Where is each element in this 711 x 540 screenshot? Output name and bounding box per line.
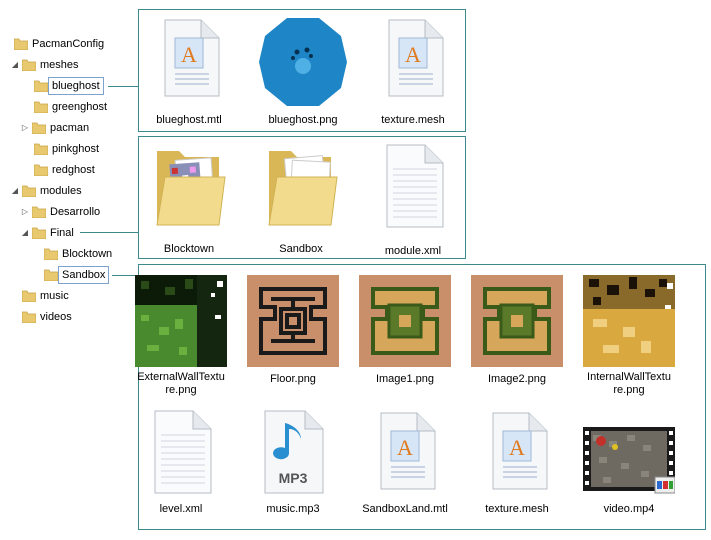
folder-icon [34, 101, 48, 113]
folder-icon [44, 248, 58, 260]
svg-text:A: A [509, 435, 525, 460]
folder-icon [34, 80, 48, 92]
document-icon: A [155, 18, 223, 98]
document-icon: A [371, 411, 439, 491]
final-folder-panel: Blocktown Sandbox module.xml [138, 136, 466, 259]
folder-icon [14, 38, 28, 50]
folder-icon [44, 269, 58, 281]
mp3-icon: MP3 [259, 409, 327, 495]
folder-icon [22, 59, 36, 71]
text-file-icon [379, 143, 447, 229]
folder-icon [32, 122, 46, 134]
file-name: Image1.png [375, 373, 435, 385]
expanded-arrow-icon[interactable]: ◢ [10, 56, 20, 74]
expanded-arrow-icon[interactable]: ◢ [10, 182, 20, 200]
folder-icon [22, 185, 36, 197]
folder-icon [34, 164, 48, 176]
connector-line [108, 86, 138, 87]
folder-with-content-icon [261, 141, 341, 231]
maze-floor-image [247, 275, 339, 367]
connector-line [80, 232, 138, 233]
maze-tile-image [359, 275, 451, 367]
file-name: music.mp3 [266, 503, 320, 515]
file-name: SandboxLand.mtl [362, 503, 448, 515]
collapsed-arrow-icon[interactable]: ▷ [20, 203, 30, 221]
svg-text:A: A [397, 435, 413, 460]
video-icon [583, 427, 675, 495]
blueghost-folder-panel: A blueghost.mtl blueghost.png A texture.… [138, 9, 466, 132]
file-name: Floor.png [270, 373, 316, 385]
green-texture-image [135, 275, 227, 367]
text-file-icon [147, 409, 215, 495]
folder-with-content-icon [149, 141, 229, 231]
file-name: module.xml [384, 245, 442, 257]
sandbox-folder-panel: ExternalWallTextu re.png Floor.png Image… [135, 264, 706, 530]
yellow-texture-image [583, 275, 675, 367]
ghost-image [257, 16, 349, 108]
file-name: blueghost.png [268, 114, 338, 126]
folder-icon [32, 227, 46, 239]
folder-icon [22, 311, 36, 323]
document-icon: A [379, 18, 447, 98]
file-name: texture.mesh [485, 503, 549, 515]
svg-text:A: A [405, 42, 421, 67]
folder-icon [22, 290, 36, 302]
maze-tile-image [471, 275, 563, 367]
folder-icon [32, 206, 46, 218]
file-name: level.xml [159, 503, 203, 515]
file-name: ExternalWallTextu re.png [137, 371, 225, 396]
expanded-arrow-icon[interactable]: ◢ [20, 224, 30, 242]
folder-icon [34, 143, 48, 155]
svg-text:MP3: MP3 [279, 470, 308, 486]
file-name: blueghost.mtl [156, 114, 222, 126]
file-name: texture.mesh [381, 114, 445, 126]
file-name: video.mp4 [603, 503, 655, 515]
svg-text:A: A [181, 42, 197, 67]
file-name: Sandbox [279, 243, 323, 255]
file-name: InternalWallTextu re.png [587, 371, 671, 396]
collapsed-arrow-icon[interactable]: ▷ [20, 119, 30, 137]
document-icon: A [483, 411, 551, 491]
file-name: Blocktown [163, 243, 215, 255]
file-name: Image2.png [487, 373, 547, 385]
